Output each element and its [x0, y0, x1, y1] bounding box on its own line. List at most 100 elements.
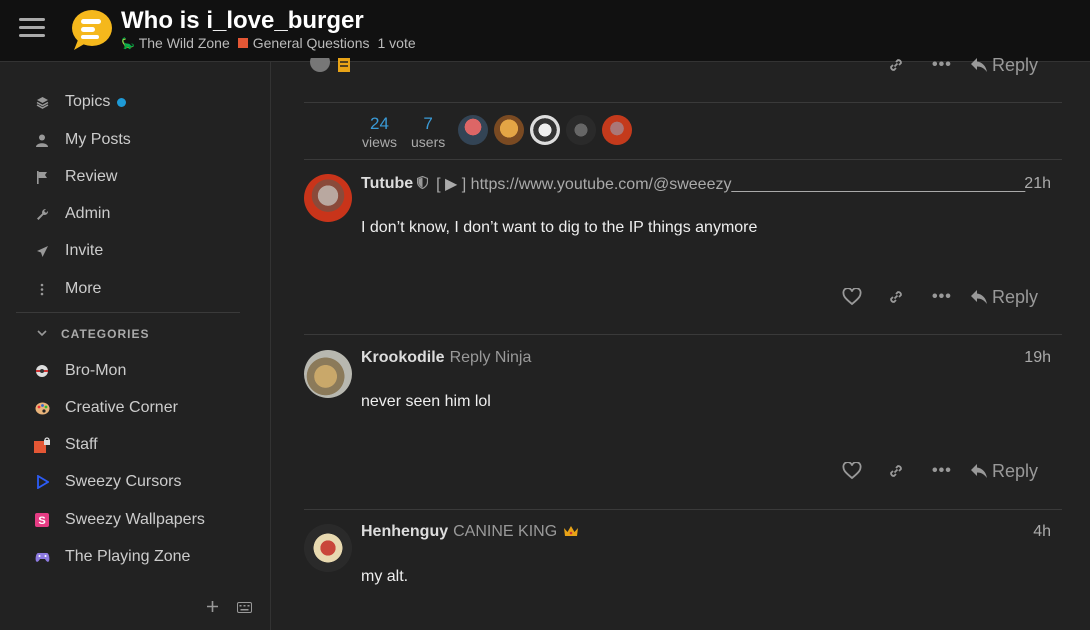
post-body: I don’t know, I don’t want to dig to the…	[361, 219, 758, 236]
sidebar-category-playing-zone[interactable]: The Playing Zone	[34, 545, 190, 569]
post-date[interactable]: 4h	[1033, 523, 1051, 541]
chevron-down-icon	[37, 329, 47, 340]
sidebar-category-bro-mon[interactable]: Bro-Mon	[34, 359, 126, 383]
wrench-icon	[34, 206, 50, 222]
categories-section-toggle[interactable]: CATEGORIES	[37, 327, 149, 341]
avatar[interactable]	[494, 115, 524, 145]
copy-link-button[interactable]	[887, 288, 905, 306]
sidebar-item-review[interactable]: Review	[34, 165, 117, 189]
post-header: Henhenguy CANINE KING 4h	[361, 523, 1051, 541]
topic-map-stats: 24 views 7 users	[362, 114, 459, 150]
post-date[interactable]: 19h	[1024, 349, 1051, 367]
more-actions-button[interactable]: •••	[932, 462, 952, 480]
crown-icon	[563, 524, 579, 540]
divider	[304, 102, 1062, 103]
sidebar-item-label: Staff	[65, 436, 98, 453]
keyboard-icon	[237, 602, 252, 613]
sidebar-divider	[16, 312, 240, 313]
like-button[interactable]	[842, 462, 862, 480]
category-link-wild-zone[interactable]: The Wild Zone	[139, 35, 230, 51]
reply-button[interactable]: Reply	[970, 55, 1038, 76]
heart-icon	[842, 288, 862, 306]
more-actions-button[interactable]: •••	[932, 56, 952, 74]
username[interactable]: Krookodile	[361, 349, 445, 367]
link-icon	[890, 291, 902, 303]
topic-meta: 🦕 The Wild Zone General Questions 1 vote	[121, 35, 416, 51]
previous-post-avatar-stack	[308, 58, 356, 76]
sidebar: Topics My Posts Review Admin Invite More	[0, 62, 271, 630]
participant-avatars	[458, 115, 638, 145]
keyboard-shortcuts-button[interactable]	[237, 600, 252, 618]
copy-link-button[interactable]	[887, 56, 905, 74]
s-badge-icon: S	[34, 512, 50, 528]
avatar[interactable]	[530, 115, 560, 145]
user-title: CANINE KING	[453, 523, 558, 540]
previous-post-actions: ••• Reply	[832, 51, 1062, 79]
categories-heading: CATEGORIES	[61, 327, 150, 341]
avatar[interactable]	[304, 350, 352, 398]
views-stat: 24 views	[362, 114, 397, 150]
reply-button[interactable]: Reply	[970, 461, 1038, 482]
sidebar-item-invite[interactable]: Invite	[34, 239, 103, 263]
avatar[interactable]	[304, 174, 352, 222]
reply-arrow-icon	[971, 58, 987, 72]
sidebar-item-topics[interactable]: Topics	[34, 90, 127, 114]
like-button[interactable]	[842, 288, 862, 306]
post-date[interactable]: 21h	[1024, 175, 1051, 193]
user-title: Reply Ninja	[449, 349, 532, 366]
post-header: Krookodile Reply Ninja 19h	[361, 349, 1051, 367]
avatar[interactable]	[602, 115, 632, 145]
copy-link-button[interactable]	[887, 462, 905, 480]
sidebar-item-more[interactable]: More	[34, 277, 101, 301]
username[interactable]: Henhenguy	[361, 523, 448, 541]
sidebar-item-label: My Posts	[65, 131, 131, 148]
category-link-general-questions[interactable]: General Questions	[253, 35, 370, 51]
username[interactable]: Tutube	[361, 175, 413, 193]
divider	[304, 159, 1062, 160]
avatar[interactable]	[304, 524, 352, 572]
palette-icon	[34, 400, 50, 416]
user-bio-link[interactable]: [ ▶ ] https://www.youtube.com/@sweeezy__…	[436, 174, 1025, 194]
divider	[304, 334, 1062, 335]
vertical-dots-icon	[34, 281, 50, 297]
flag-icon	[34, 169, 50, 185]
link-icon	[890, 465, 902, 477]
sidebar-item-label: Sweezy Wallpapers	[65, 511, 205, 528]
layers-icon	[34, 94, 50, 110]
category-color-square-icon	[237, 38, 248, 48]
wild-zone-icon: 🦕	[121, 37, 135, 50]
topic-title[interactable]: Who is i_love_burger	[121, 7, 364, 35]
hamburger-menu-button[interactable]	[17, 15, 47, 45]
post-actions: ••• Reply	[832, 457, 1062, 485]
heart-icon	[842, 462, 862, 480]
post-body: never seen him lol	[361, 393, 491, 410]
add-section-button[interactable]	[206, 600, 219, 618]
paper-plane-icon	[34, 243, 50, 259]
sidebar-category-creative-corner[interactable]: Creative Corner	[34, 396, 178, 420]
avatar[interactable]	[566, 115, 596, 145]
reply-button[interactable]: Reply	[970, 287, 1038, 308]
avatar[interactable]	[458, 115, 488, 145]
post-header: Tutube [ ▶ ] https://www.youtube.com/@sw…	[361, 174, 1051, 194]
sidebar-item-label: Review	[65, 168, 118, 185]
users-count: 7	[423, 114, 433, 133]
sidebar-item-my-posts[interactable]: My Posts	[34, 128, 131, 152]
reply-label: Reply	[992, 460, 1039, 481]
divider	[304, 509, 1062, 510]
sidebar-category-sweezy-wallpapers[interactable]: S Sweezy Wallpapers	[34, 508, 205, 532]
site-logo[interactable]	[68, 8, 114, 52]
lock-square-icon	[34, 437, 50, 453]
sidebar-item-label: Topics	[65, 93, 111, 110]
reply-label: Reply	[992, 286, 1039, 307]
post-body: my alt.	[361, 568, 409, 585]
sidebar-category-staff[interactable]: Staff	[34, 433, 98, 457]
reply-label: Reply	[992, 54, 1039, 75]
users-stat[interactable]: 7 users	[411, 114, 445, 150]
sidebar-item-label: Invite	[65, 242, 104, 259]
topic-main: ••• Reply 24 views 7 users Tutube [ ▶ ] …	[272, 55, 1090, 630]
sidebar-category-sweezy-cursors[interactable]: Sweezy Cursors	[34, 470, 181, 494]
more-actions-button[interactable]: •••	[932, 288, 952, 306]
sidebar-item-admin[interactable]: Admin	[34, 202, 110, 226]
gamepad-icon	[34, 549, 50, 565]
views-label: views	[362, 134, 398, 150]
